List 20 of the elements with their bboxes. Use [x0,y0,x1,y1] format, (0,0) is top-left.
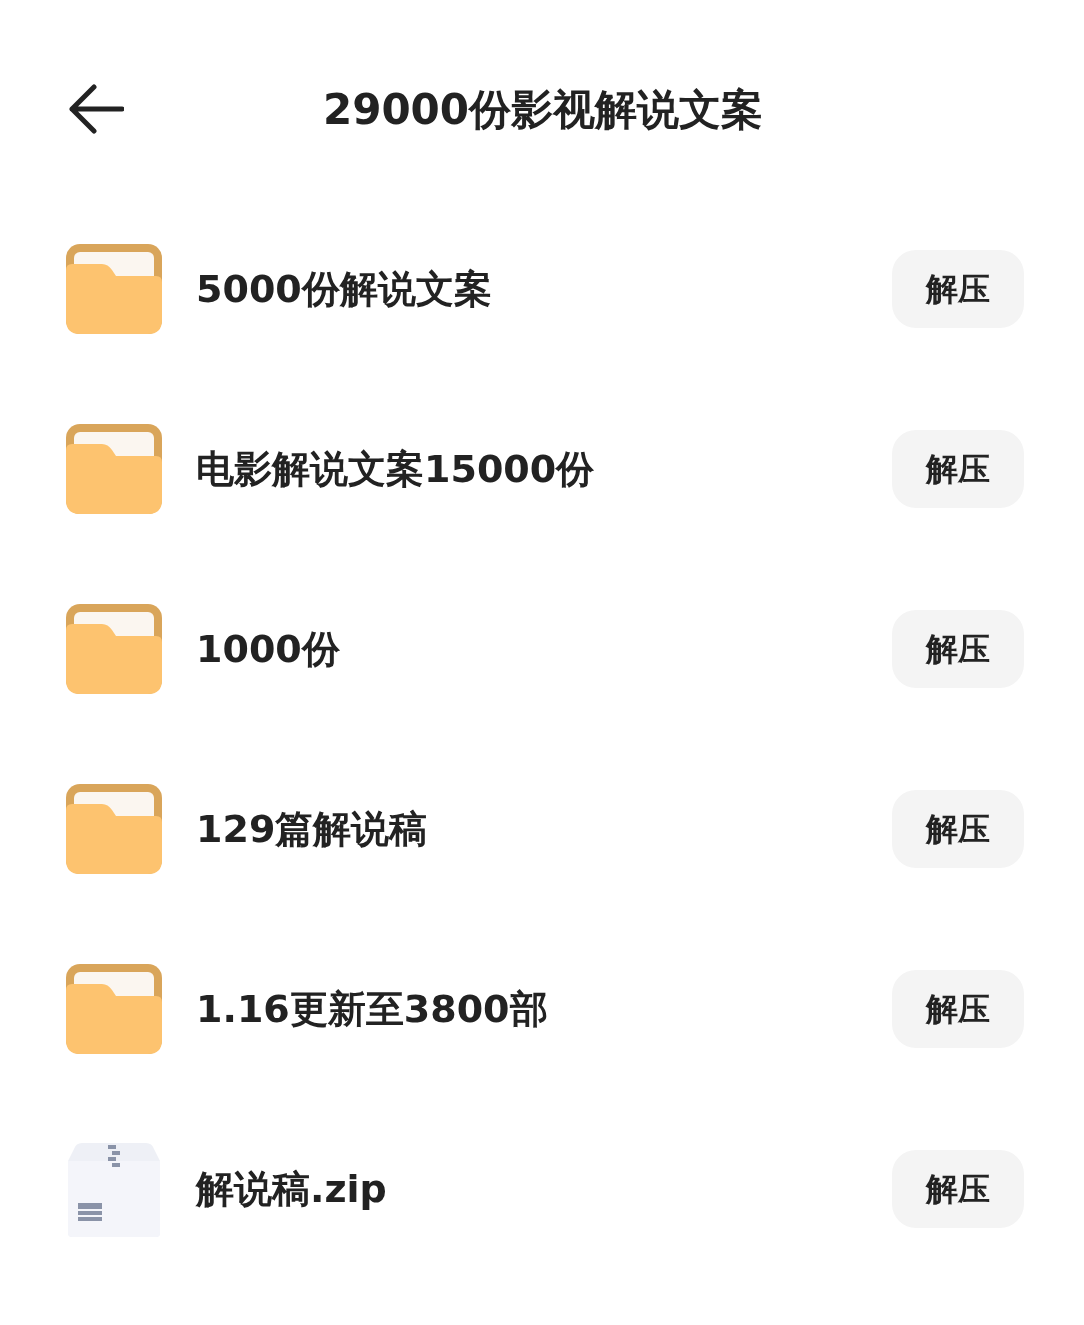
extract-button[interactable]: 解压 [892,1150,1024,1228]
file-name[interactable]: 5000份解说文案 [196,260,892,318]
file-name[interactable]: 电影解说文案15000份 [196,440,892,498]
extract-button[interactable]: 解压 [892,430,1024,508]
file-name[interactable]: 1000份 [196,620,892,678]
file-name[interactable]: 129篇解说稿 [196,800,892,858]
folder-icon [66,424,162,514]
back-icon[interactable] [68,84,124,134]
folder-icon [66,964,162,1054]
folder-icon [66,244,162,334]
folder-icon [66,604,162,694]
extract-button[interactable]: 解压 [892,610,1024,688]
file-name[interactable]: 解说稿.zip [196,1160,892,1218]
extract-button[interactable]: 解压 [892,250,1024,328]
archive-icon [66,1141,162,1237]
folder-icon [66,784,162,874]
extract-button[interactable]: 解压 [892,970,1024,1048]
page-title: 29000份影视解说文案 [322,83,764,136]
file-name[interactable]: 1.16更新至3800部 [196,980,892,1038]
extract-button[interactable]: 解压 [892,790,1024,868]
